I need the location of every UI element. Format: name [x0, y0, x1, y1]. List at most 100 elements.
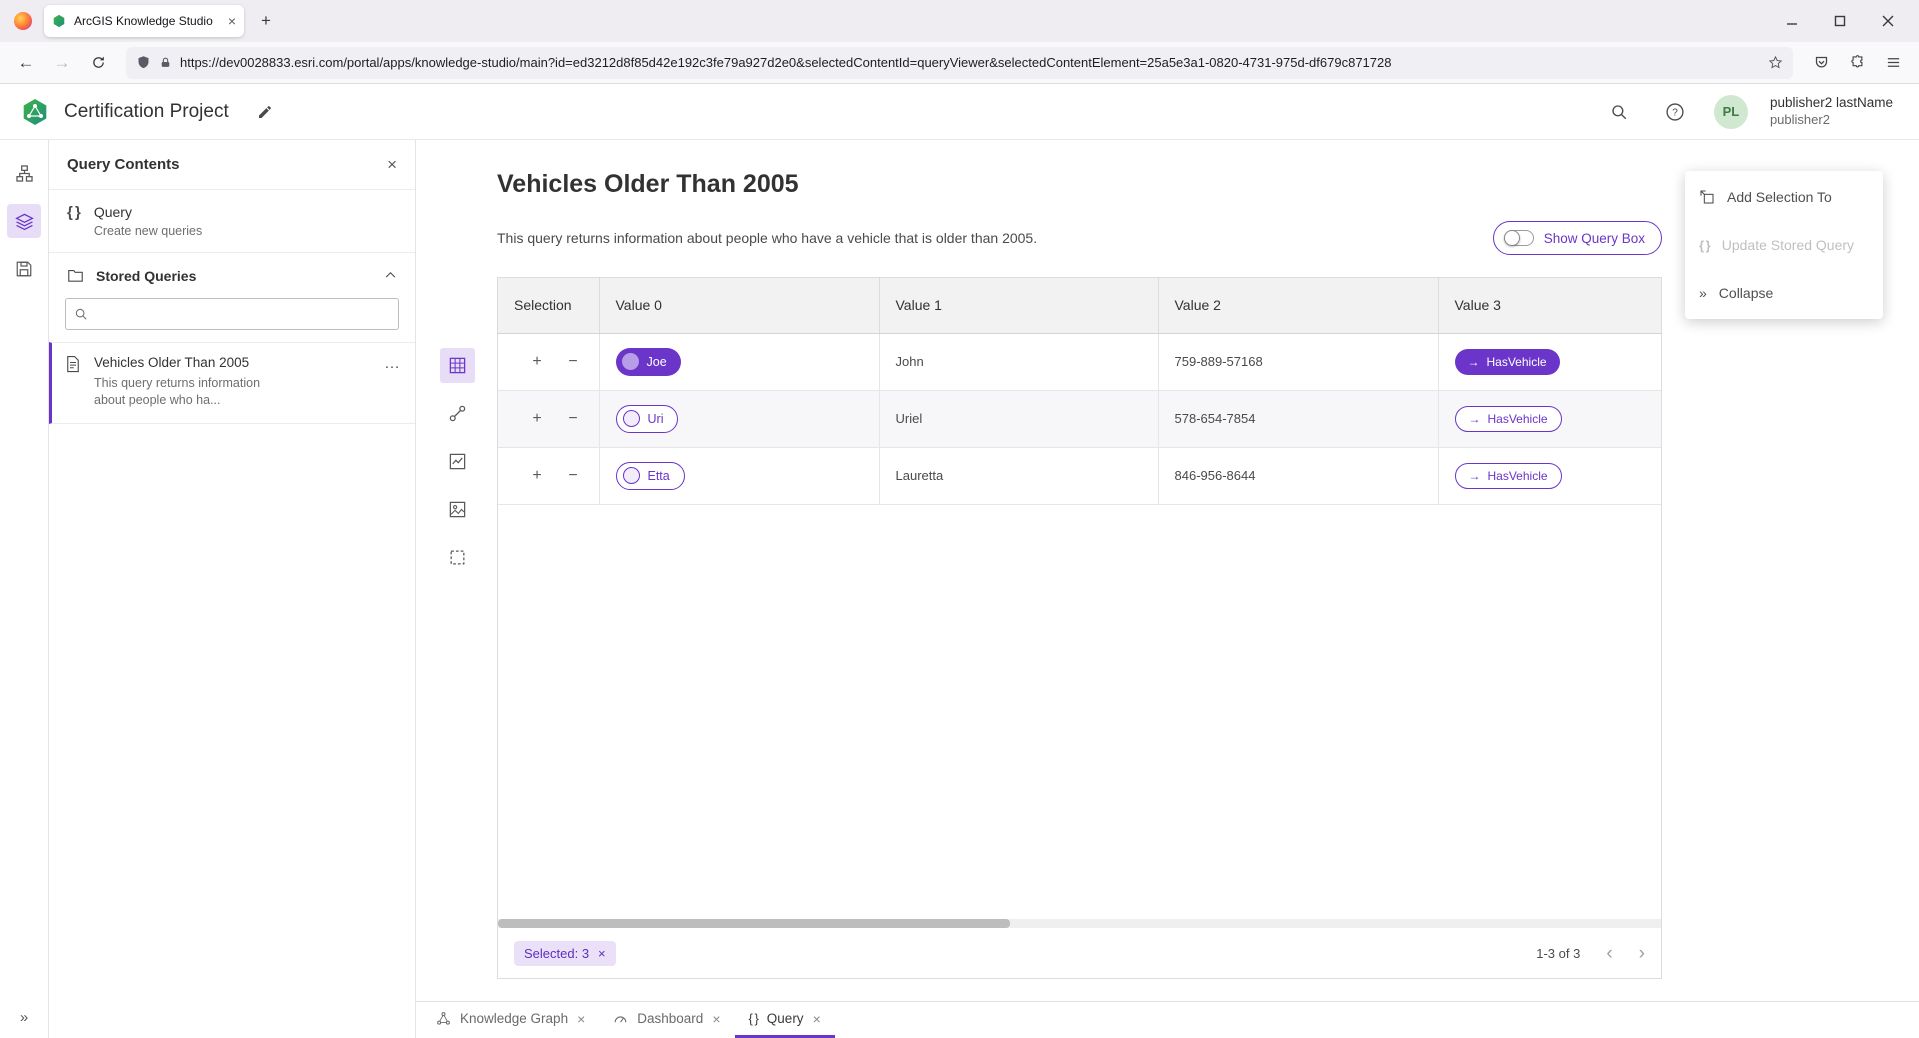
window-controls [1775, 7, 1911, 35]
help-icon[interactable]: ? [1658, 95, 1692, 129]
entity-pill[interactable]: Joe [616, 348, 681, 376]
selection-chip[interactable]: Selected: 3 × [514, 941, 616, 966]
table-row: + − Etta Lauretta 846-956-8644 →HasVehic… [498, 447, 1661, 504]
edit-title-icon[interactable] [257, 104, 273, 120]
search-icon[interactable] [1602, 95, 1636, 129]
add-selection-icon[interactable]: + [528, 410, 546, 428]
add-selection-icon[interactable]: + [528, 467, 546, 485]
lock-icon[interactable] [159, 56, 172, 69]
show-query-box-toggle[interactable]: Show Query Box [1493, 221, 1662, 255]
page-title: Vehicles Older Than 2005 [497, 170, 1662, 199]
relationship-pill[interactable]: →HasVehicle [1455, 349, 1560, 375]
stored-queries-title: Stored Queries [96, 268, 372, 284]
table-view-icon[interactable] [440, 348, 475, 383]
project-title: Certification Project [64, 101, 229, 123]
content-tab-bar: Knowledge Graph × Dashboard × { } Query … [416, 1001, 1919, 1038]
left-rail: » [0, 140, 49, 1038]
data-model-icon[interactable] [7, 156, 41, 190]
menu-item-add-selection-to[interactable]: Add Selection To [1685, 173, 1883, 221]
clear-selection-icon[interactable]: × [598, 946, 606, 961]
entity-dot-icon [623, 410, 640, 427]
reload-button[interactable] [82, 48, 114, 78]
next-page-icon[interactable]: › [1639, 944, 1645, 963]
menu-icon[interactable] [1877, 48, 1909, 78]
cell-value: Lauretta [896, 468, 944, 483]
cell-value: 759-889-57168 [1175, 354, 1263, 369]
remove-selection-icon[interactable]: − [564, 353, 582, 371]
braces-icon: { } [67, 204, 80, 221]
user-info[interactable]: publisher2 lastName publisher2 [1770, 95, 1899, 128]
stored-query-item[interactable]: Vehicles Older Than 2005 This query retu… [49, 342, 415, 424]
remove-selection-icon[interactable]: − [564, 467, 582, 485]
link-chart-icon[interactable] [440, 396, 475, 431]
stored-queries-search-input[interactable] [94, 307, 390, 322]
close-tab-icon[interactable]: × [813, 1011, 821, 1027]
cell-value: 846-956-8644 [1175, 468, 1256, 483]
avatar[interactable]: PL [1714, 95, 1748, 129]
bookmark-star-icon[interactable] [1768, 55, 1783, 70]
arrow-right-icon: → [1469, 412, 1481, 426]
back-button[interactable]: ← [10, 48, 42, 78]
address-bar[interactable]: https://dev0028833.esri.com/portal/apps/… [126, 47, 1793, 79]
stored-queries-search[interactable] [65, 298, 399, 330]
window-close-button[interactable] [1871, 7, 1905, 35]
relationship-pill[interactable]: →HasVehicle [1455, 463, 1562, 489]
pocket-icon[interactable] [1805, 48, 1837, 78]
collapse-section-icon[interactable] [384, 269, 397, 282]
window-minimize-button[interactable] [1775, 7, 1809, 35]
column-header-value3[interactable]: Value 3 [1438, 278, 1661, 333]
url-text[interactable]: https://dev0028833.esri.com/portal/apps/… [180, 55, 1760, 70]
tab-dashboard[interactable]: Dashboard × [599, 1002, 734, 1038]
stored-query-description: This query returns information about peo… [94, 375, 284, 409]
cell-value: 578-654-7854 [1175, 411, 1256, 426]
remove-selection-icon[interactable]: − [564, 410, 582, 428]
save-icon[interactable] [7, 252, 41, 286]
forward-button[interactable]: → [46, 48, 78, 78]
column-header-value1[interactable]: Value 1 [879, 278, 1158, 333]
close-tab-icon[interactable]: × [712, 1011, 720, 1027]
contents-layers-icon[interactable] [7, 204, 41, 238]
column-header-value2[interactable]: Value 2 [1158, 278, 1438, 333]
panel-close-icon[interactable]: × [387, 155, 397, 175]
shield-icon[interactable] [136, 55, 151, 70]
previous-page-icon[interactable]: ‹ [1606, 944, 1612, 963]
selection-tool-icon[interactable] [440, 540, 475, 575]
tab-knowledge-graph[interactable]: Knowledge Graph × [422, 1002, 599, 1038]
expand-rail-icon[interactable]: » [0, 1009, 48, 1026]
menu-item-update-stored-query[interactable]: { } Update Stored Query [1685, 221, 1883, 269]
browser-tab[interactable]: ArcGIS Knowledge Studio × [44, 5, 244, 37]
entity-dot-icon [622, 353, 639, 370]
tab-query[interactable]: { } Query × [735, 1002, 835, 1038]
tab-close-icon[interactable]: × [228, 14, 236, 28]
arcgis-knowledge-logo [20, 97, 50, 127]
menu-item-collapse[interactable]: » Collapse [1685, 269, 1883, 317]
double-chevron-icon: » [1699, 285, 1707, 301]
panel-title: Query Contents [67, 156, 387, 173]
query-description: This query returns information about peo… [497, 230, 1037, 246]
extensions-icon[interactable] [1841, 48, 1873, 78]
column-header-value0[interactable]: Value 0 [599, 278, 879, 333]
scrollbar-thumb[interactable] [498, 919, 1010, 928]
results-table-card: Selection Value 0 Value 1 Value 2 Value … [497, 277, 1662, 979]
item-options-icon[interactable]: … [384, 355, 401, 367]
column-header-selection[interactable]: Selection [498, 278, 599, 333]
user-username: publisher2 [1770, 112, 1893, 128]
search-icon [74, 307, 88, 321]
entity-pill[interactable]: Etta [616, 462, 685, 490]
new-query-item[interactable]: { } Query Create new queries [49, 190, 415, 253]
stored-queries-header[interactable]: Stored Queries [49, 253, 415, 294]
relationship-pill[interactable]: →HasVehicle [1455, 406, 1562, 432]
add-selection-icon[interactable]: + [528, 353, 546, 371]
new-tab-button[interactable]: + [252, 7, 280, 35]
window-maximize-button[interactable] [1823, 7, 1857, 35]
horizontal-scrollbar[interactable] [498, 919, 1661, 928]
stored-query-title: Vehicles Older Than 2005 [94, 355, 284, 370]
chart-view-icon[interactable] [440, 444, 475, 479]
knowledge-graph-icon [436, 1011, 451, 1026]
close-tab-icon[interactable]: × [577, 1011, 585, 1027]
entity-dot-icon [623, 467, 640, 484]
map-view-icon[interactable] [440, 492, 475, 527]
document-icon [64, 355, 82, 373]
folder-icon [67, 267, 84, 284]
entity-pill[interactable]: Uri [616, 405, 679, 433]
